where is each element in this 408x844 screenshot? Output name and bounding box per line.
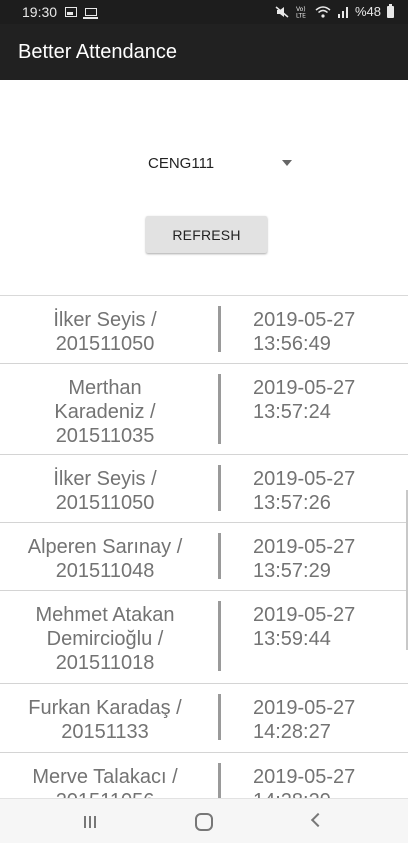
battery-percent: %48	[354, 4, 381, 19]
student-name: Mehmet Atakan Demircioğlu / 201511018	[35, 604, 175, 674]
column-divider	[218, 694, 221, 740]
attendance-timestamp: 2019-05-27 13:57:24	[253, 377, 356, 423]
status-bar: 19:30 Vo) LTE %48	[0, 0, 408, 24]
column-divider	[218, 533, 221, 579]
svg-text:LTE: LTE	[296, 12, 306, 18]
refresh-button[interactable]: REFRESH	[146, 216, 267, 253]
attendance-row[interactable]: Merve Talakacı / 201511056 2019-05-27 14:…	[0, 753, 408, 799]
attendance-list[interactable]: İlker Seyis / 201511050 2019-05-27 13:56:…	[0, 295, 408, 799]
student-name: Merve Talakacı / 201511056	[32, 766, 178, 799]
dropdown-arrow-icon	[282, 160, 292, 166]
status-right: Vo) LTE %48	[275, 3, 394, 19]
column-divider	[218, 601, 221, 671]
battery-icon	[387, 3, 394, 18]
column-divider	[218, 306, 221, 352]
column-divider	[218, 763, 221, 799]
clock: 19:30	[22, 4, 58, 20]
attendance-timestamp: 2019-05-27 13:57:26	[253, 468, 356, 514]
student-name: İlker Seyis / 201511050	[53, 468, 157, 514]
volte-icon: Vo) LTE	[296, 6, 306, 18]
course-value: CENG111	[148, 155, 215, 172]
wifi-icon	[315, 5, 331, 18]
student-name: Merthan Karadeniz / 201511035	[54, 377, 156, 447]
laptop-icon	[83, 8, 99, 19]
student-name: Alperen Sarınay / 201511048	[27, 536, 183, 582]
attendance-timestamp: 2019-05-27 13:59:44	[253, 604, 356, 650]
attendance-timestamp: 2019-05-27 14:28:29	[253, 766, 356, 799]
attendance-row[interactable]: İlker Seyis / 201511050 2019-05-27 13:57:…	[0, 455, 408, 523]
student-name: Furkan Karadaş / 20151133	[28, 697, 182, 743]
home-icon	[195, 813, 213, 831]
home-button[interactable]	[169, 799, 239, 844]
attendance-row[interactable]: Furkan Karadaş / 20151133 2019-05-27 14:2…	[0, 684, 408, 753]
signal-icon	[337, 6, 348, 18]
attendance-row[interactable]: Alperen Sarınay / 201511048 2019-05-27 13…	[0, 523, 408, 591]
attendance-row[interactable]: Mehmet Atakan Demircioğlu / 201511018 201…	[0, 591, 408, 684]
back-button[interactable]	[283, 799, 353, 844]
mute-icon	[275, 5, 289, 18]
attendance-row[interactable]: Merthan Karadeniz / 201511035 2019-05-27 …	[0, 364, 408, 455]
student-name: İlker Seyis / 201511050	[53, 309, 157, 355]
app-bar: Better Attendance	[0, 24, 408, 80]
course-spinner[interactable]: CENG111	[140, 148, 300, 176]
status-left: 19:30	[22, 4, 99, 20]
recents-icon	[84, 816, 96, 828]
column-divider	[218, 374, 221, 444]
back-icon	[310, 812, 326, 828]
attendance-timestamp: 2019-05-27 13:57:29	[253, 536, 356, 582]
column-divider	[218, 465, 221, 511]
attendance-timestamp: 2019-05-27 13:56:49	[253, 309, 356, 355]
recents-button[interactable]	[55, 799, 125, 844]
navigation-bar	[0, 798, 408, 843]
app-title: Better Attendance	[18, 41, 178, 63]
gallery-icon	[65, 7, 78, 17]
attendance-row[interactable]: İlker Seyis / 201511050 2019-05-27 13:56:…	[0, 296, 408, 364]
attendance-timestamp: 2019-05-27 14:28:27	[253, 697, 356, 743]
